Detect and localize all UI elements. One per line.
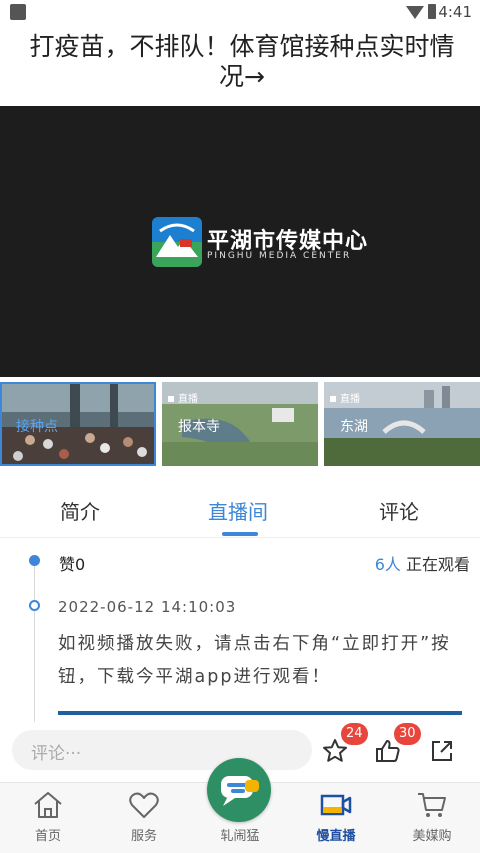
timeline-dot [29,555,40,566]
battery-icon [428,4,436,19]
nav-home[interactable]: 首页 [0,782,96,853]
share-icon [432,741,452,761]
heart-icon [129,792,159,818]
share-button[interactable] [428,737,456,765]
thumbnail-label: 报本寺 [178,419,220,435]
thumbnail-label: 接种点 [16,419,58,435]
thumbnail-vaccination-site[interactable]: 接种点 [0,382,156,466]
nav-community[interactable]: 轧闹猛 [192,782,288,853]
timeline-line [34,562,35,722]
live-badge: 直播 [330,390,360,405]
video-camera-icon [320,794,352,816]
post-text: 如视频播放失败，请点击右下角“立即打开”按钮，下载今平湖app进行观看！ [58,634,451,687]
thumbnail-baobensi[interactable]: 直播 报本寺 [162,382,318,466]
like-count-text: 赞0 [59,555,86,574]
article-title: 打疫苗，不排队！体育馆接种点实时情况→ [29,32,455,91]
status-time: 4:41 [438,3,472,21]
cart-icon [418,793,446,817]
tabs-divider [0,537,480,538]
home-icon [34,792,62,818]
nav-slow-live[interactable]: 慢直播 [288,782,384,853]
tab-intro[interactable]: 简介 [60,496,100,525]
viewer-number: 6人 [374,555,401,574]
nav-label: 轧闹猛 [220,829,260,844]
nav-shop[interactable]: 美媒购 [384,782,480,853]
status-bar: 4:41 [0,0,480,26]
post-timestamp: 2022-06-12 14:10:03 [58,598,237,616]
favorite-count-badge: 24 [341,723,368,745]
tab-live-room[interactable]: 直播间 [208,496,268,525]
nav-label: 慢直播 [316,829,356,844]
nav-label: 服务 [130,829,157,844]
viewer-suffix: 正在观看 [405,555,470,574]
nav-label: 美媒购 [412,829,452,844]
media-center-name-en: PINGHU MEDIA CENTER [207,251,352,261]
nav-label: 首页 [34,829,61,844]
media-center-logo-icon [152,217,202,267]
thumbnail-label: 东湖 [340,419,368,435]
viewer-count: 6人 正在观看 [375,551,470,575]
wifi-icon [406,6,424,19]
nav-services[interactable]: 服务 [96,782,192,853]
thumbnail-east-lake[interactable]: 直播 东湖 [324,382,480,466]
like-count-badge: 30 [394,723,421,745]
live-badge: 直播 [168,390,198,405]
active-tab-indicator [222,532,258,536]
app-notification-icon [10,4,26,20]
timeline-dot [29,600,40,611]
tab-comments[interactable]: 评论 [379,496,419,525]
post-media-bar [58,711,462,715]
